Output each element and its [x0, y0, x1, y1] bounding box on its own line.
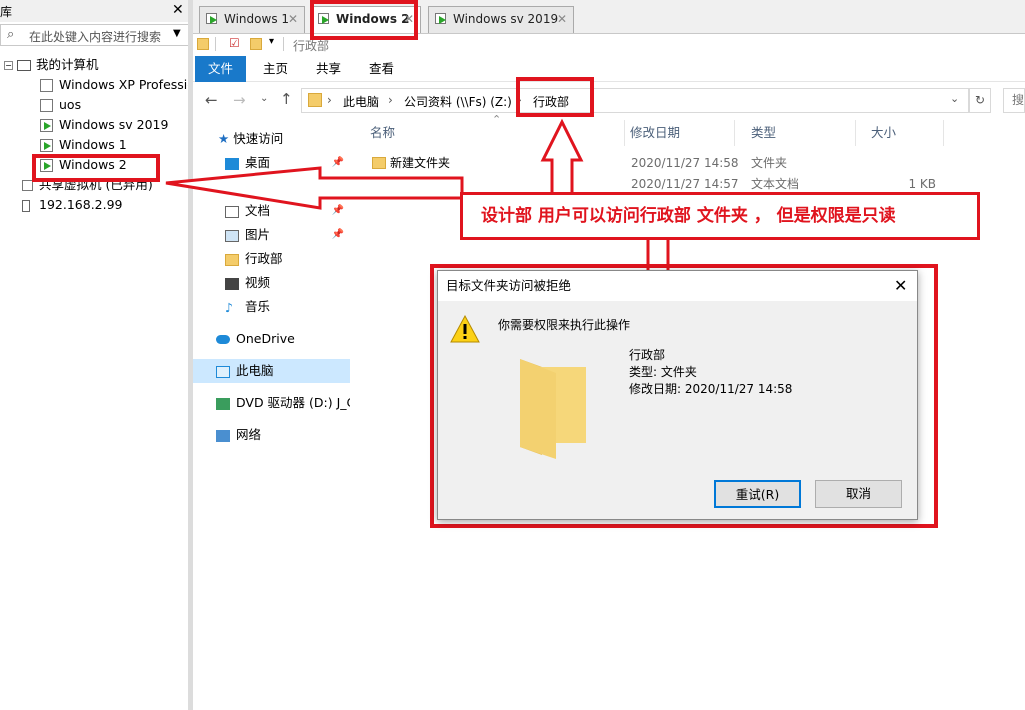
- annotation-note: 设计部 用户可以访问行政部 文件夹 ， 但是权限是只读: [460, 192, 980, 240]
- item-date: 修改日期: 2020/11/27 14:58: [629, 382, 793, 396]
- dialog-message: 你需要权限来执行此操作: [498, 318, 631, 332]
- dialog-title: 目标文件夹访问被拒绝: [438, 271, 917, 301]
- folder-icon: [520, 359, 586, 459]
- close-icon[interactable]: ✕: [894, 271, 907, 301]
- warning-icon: [450, 315, 480, 343]
- arrow-left-icon: [165, 166, 464, 210]
- cancel-button[interactable]: 取消: [815, 480, 902, 508]
- item-type: 类型: 文件夹: [629, 365, 697, 379]
- retry-button[interactable]: 重试(R): [714, 480, 801, 508]
- arrow-up-icon: [540, 118, 584, 200]
- access-denied-dialog: 目标文件夹访问被拒绝 ✕ 你需要权限来执行此操作 行政部 类型: 文件夹 修改日…: [437, 270, 918, 520]
- item-name: 行政部: [629, 348, 666, 362]
